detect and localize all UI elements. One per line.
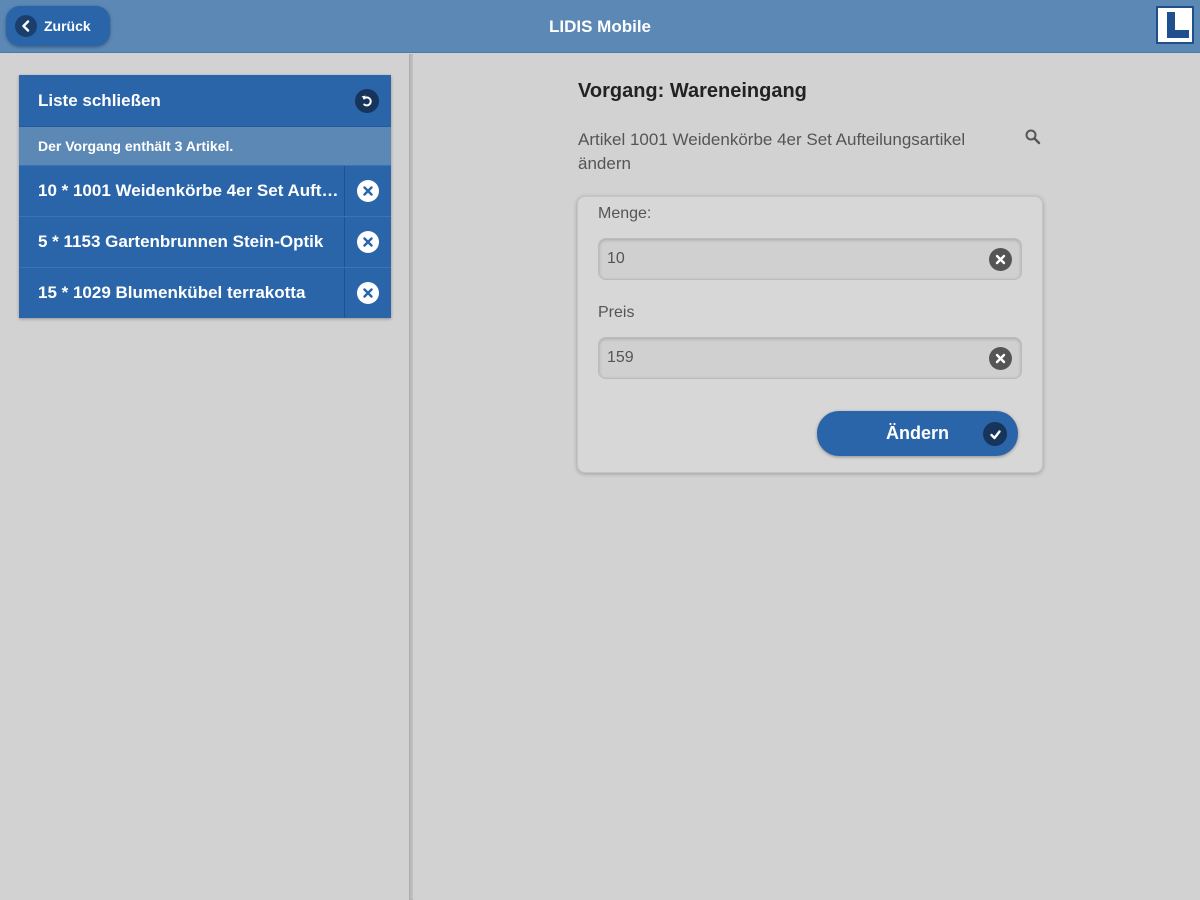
preis-field-wrapper [598, 337, 1022, 379]
clear-icon[interactable] [989, 347, 1012, 370]
undo-icon [355, 88, 379, 113]
edit-form: Menge: Preis Ändern [577, 196, 1043, 473]
check-icon [983, 422, 1007, 446]
back-button[interactable]: Zurück [6, 6, 110, 46]
close-icon [357, 180, 379, 202]
list-info-text: Der Vorgang enthält 3 Artikel. [19, 127, 391, 165]
list-item: 15 * 1029 Blumenkübel terrakotta [19, 267, 391, 318]
submit-button[interactable]: Ändern [817, 411, 1018, 456]
app-title: LIDIS Mobile [549, 17, 651, 36]
menge-field-wrapper [598, 238, 1022, 280]
article-list-panel: Liste schließen Der Vorgang enthält 3 Ar… [0, 54, 410, 900]
preis-input[interactable] [607, 338, 977, 378]
list-item: 10 * 1001 Weidenkörbe 4er Set Aufteilung… [19, 165, 391, 216]
article-list: Liste schließen Der Vorgang enthält 3 Ar… [19, 75, 391, 318]
close-list-label: Liste schließen [38, 90, 161, 110]
close-list-button[interactable]: Liste schließen [19, 75, 391, 127]
list-item-label[interactable]: 15 * 1029 Blumenkübel terrakotta [19, 268, 345, 318]
close-icon [357, 282, 379, 304]
close-icon [357, 231, 379, 253]
menge-label: Menge: [598, 205, 652, 222]
page-title: Vorgang: Wareneingang [578, 80, 807, 102]
delete-item-button[interactable] [345, 166, 391, 216]
preis-label: Preis [598, 304, 635, 321]
list-item-label[interactable]: 5 * 1153 Gartenbrunnen Stein-Optik [19, 217, 345, 267]
clear-icon[interactable] [989, 248, 1012, 271]
chevron-left-icon [15, 15, 37, 37]
menge-input[interactable] [607, 239, 977, 279]
article-description: Artikel 1001 Weidenkörbe 4er Set Aufteil… [578, 130, 966, 173]
app-header: LIDIS Mobile Zurück [0, 0, 1200, 53]
list-item: 5 * 1153 Gartenbrunnen Stein-Optik [19, 216, 391, 267]
search-icon[interactable] [1024, 128, 1044, 148]
back-button-label: Zurück [44, 18, 91, 34]
list-item-label[interactable]: 10 * 1001 Weidenkörbe 4er Set Aufteilung… [19, 166, 345, 216]
delete-item-button[interactable] [345, 268, 391, 318]
panel-divider[interactable] [409, 54, 413, 900]
submit-button-label: Ändern [886, 423, 949, 443]
delete-item-button[interactable] [345, 217, 391, 267]
lidis-logo-icon [1156, 6, 1194, 44]
